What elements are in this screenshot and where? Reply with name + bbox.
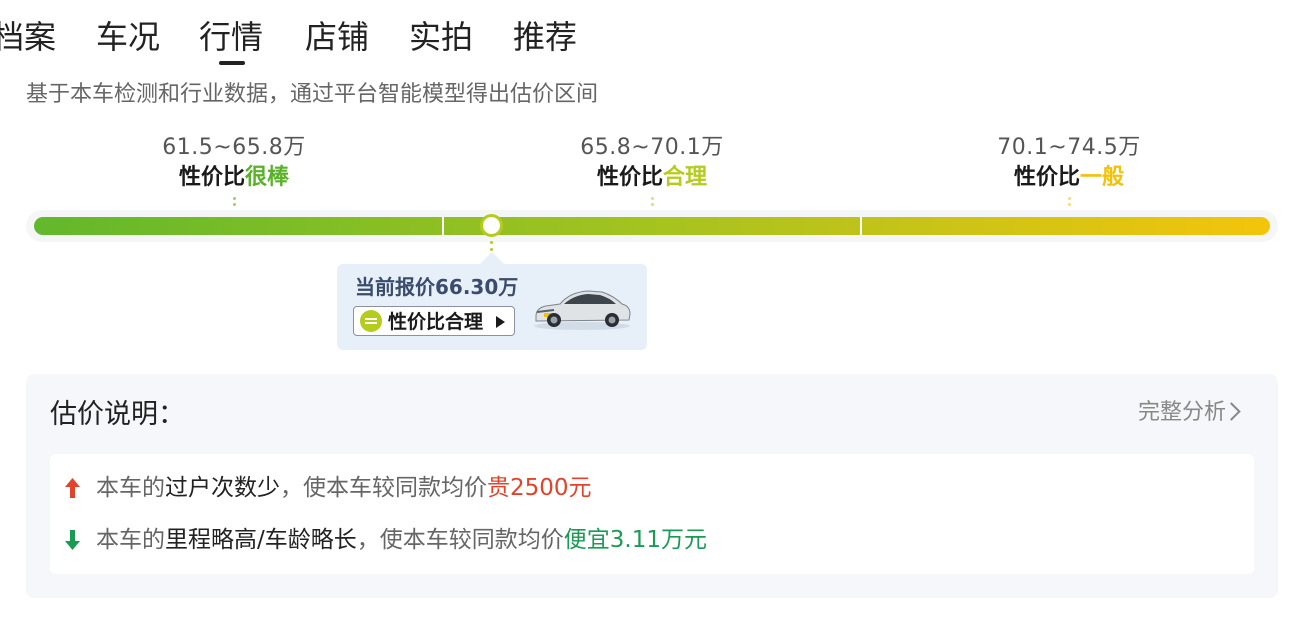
explanation-list <box>50 454 1254 574</box>
arrow-up-icon <box>65 478 80 498</box>
range-price: 65.8~70.1万 <box>580 135 724 160</box>
current-price-marker <box>480 214 503 237</box>
tab-market[interactable]: 行情 <box>199 14 263 60</box>
tab-condition[interactable]: 车况 <box>96 14 160 60</box>
range-dots <box>232 197 236 207</box>
range-rating: 性价比合理 <box>596 165 708 190</box>
arrow-down-icon <box>65 530 80 550</box>
range-rating: 性价比一般 <box>1013 165 1125 190</box>
tab-recommend[interactable]: 推荐 <box>513 14 577 60</box>
explanation-item-transfers: 本车的过户次数少，使本车较同款均价贵2500元 <box>96 475 592 501</box>
value-rating-button[interactable]: 性价比合理 <box>353 306 515 336</box>
price-range-fair: 65.8~70.1万 性价比合理 <box>522 133 782 207</box>
price-range-great: 61.5~65.8万 性价比很棒 <box>104 133 364 207</box>
current-price-text: 当前报价66.30万 <box>355 275 519 299</box>
explanation-item-mileage: 本车的里程略高/车龄略长，使本车较同款均价便宜3.11万元 <box>96 527 707 553</box>
range-price: 70.1~74.5万 <box>997 135 1141 160</box>
range-dots <box>1067 197 1071 207</box>
range-price: 61.5~65.8万 <box>162 135 306 160</box>
price-range-average: 70.1~74.5万 性价比一般 <box>939 133 1199 207</box>
tab-photos[interactable]: 实拍 <box>409 14 473 60</box>
card-pointer <box>480 252 504 264</box>
bar-separator <box>442 217 444 235</box>
range-rating: 性价比很棒 <box>178 165 290 190</box>
valuation-bar <box>34 217 1270 235</box>
range-dots <box>650 197 654 207</box>
equal-icon <box>360 310 382 332</box>
play-icon <box>496 316 505 328</box>
explanation-title: 估价说明： <box>50 399 185 430</box>
tab-archive[interactable]: 档案 <box>0 14 56 60</box>
full-analysis-link[interactable]: 完整分析 <box>1138 398 1226 428</box>
value-rating-label: 性价比合理 <box>388 311 484 333</box>
tab-store[interactable]: 店铺 <box>305 14 369 60</box>
bar-separator <box>860 217 862 235</box>
active-tab-indicator <box>219 61 245 65</box>
valuation-subtitle: 基于本车检测和行业数据，通过平台智能模型得出估价区间 <box>26 82 599 107</box>
car-image <box>534 290 631 330</box>
